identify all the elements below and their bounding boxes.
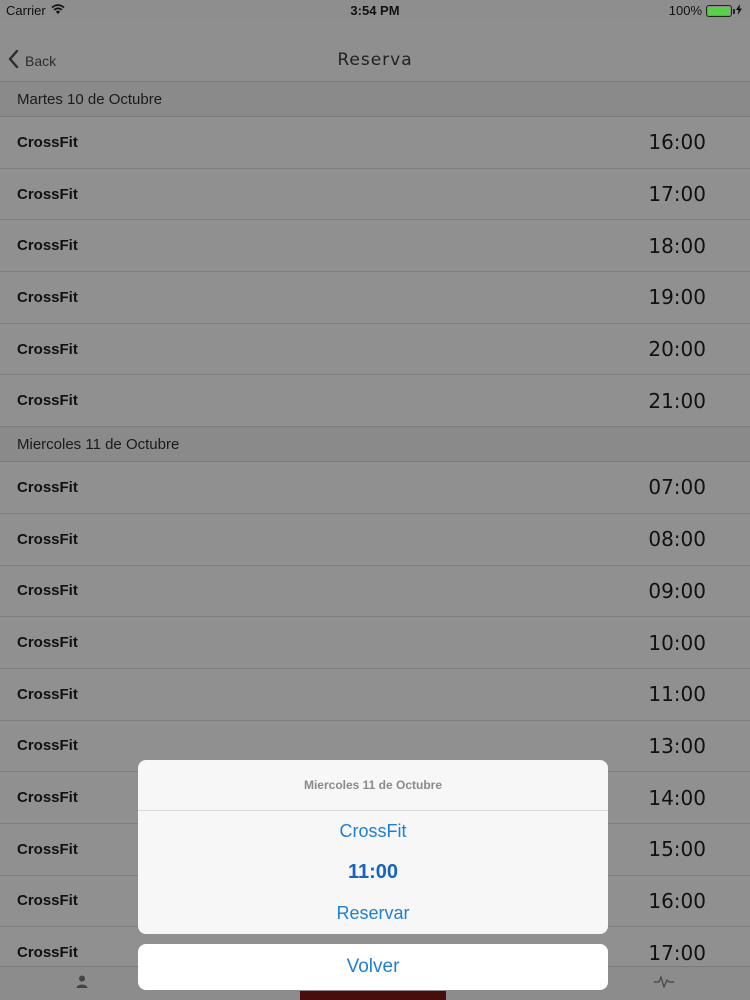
class-name: CrossFit — [17, 634, 78, 652]
list-item[interactable]: CrossFit 18:00 — [0, 220, 750, 273]
class-name: CrossFit — [17, 944, 78, 962]
class-time: 14:00 — [648, 785, 706, 810]
class-time: 21:00 — [648, 388, 706, 413]
class-time: 19:00 — [648, 285, 706, 310]
screen: Carrier 3:54 PM 100% Back Reserva Martes… — [0, 0, 750, 1000]
class-name: CrossFit — [17, 288, 78, 306]
list-item[interactable]: CrossFit 21:00 — [0, 375, 750, 428]
list-item[interactable]: CrossFit 19:00 — [0, 272, 750, 324]
list-item[interactable]: CrossFit 17:00 — [0, 168, 750, 221]
class-time: 10:00 — [648, 630, 706, 655]
action-sheet-title: Miercoles 11 de Octubre — [138, 760, 608, 811]
class-time: 07:00 — [648, 475, 706, 500]
class-name: CrossFit — [17, 478, 78, 496]
list-item[interactable]: CrossFit 08:00 — [0, 513, 750, 566]
activity-icon[interactable] — [654, 975, 674, 991]
list-item[interactable]: CrossFit 10:00 — [0, 617, 750, 669]
class-name: CrossFit — [17, 237, 78, 255]
active-tab-indicator — [300, 991, 446, 1000]
status-bar: Carrier 3:54 PM 100% — [0, 0, 750, 20]
status-time: 3:54 PM — [350, 3, 400, 18]
class-time: 18:00 — [648, 233, 706, 258]
class-time: 17:00 — [648, 940, 706, 965]
action-sheet: Miercoles 11 de Octubre CrossFit 11:00 R… — [138, 760, 608, 934]
list-item[interactable]: CrossFit 09:00 — [0, 565, 750, 618]
reserve-button[interactable]: Reservar — [138, 893, 608, 934]
class-name: CrossFit — [17, 685, 78, 703]
section-header: Martes 10 de Octubre — [0, 82, 750, 117]
class-time: 08:00 — [648, 527, 706, 552]
back-cancel-button[interactable]: Volver — [138, 944, 608, 990]
time-option[interactable]: 11:00 — [138, 852, 608, 893]
list-item[interactable]: CrossFit 11:00 — [0, 668, 750, 721]
person-icon[interactable] — [76, 975, 88, 991]
class-name: CrossFit — [17, 789, 78, 807]
charging-icon — [736, 3, 742, 18]
class-time: 16:00 — [648, 130, 706, 155]
class-time: 15:00 — [648, 837, 706, 862]
class-name: CrossFit — [17, 892, 78, 910]
section-header: Miercoles 11 de Octubre — [0, 427, 750, 463]
class-time: 13:00 — [648, 733, 706, 758]
class-name: CrossFit — [17, 340, 78, 358]
class-name: CrossFit — [17, 582, 78, 600]
class-time: 16:00 — [648, 888, 706, 913]
class-name: CrossFit — [17, 185, 78, 203]
battery-icon — [706, 4, 735, 17]
class-name: CrossFit — [17, 392, 78, 410]
class-time: 20:00 — [648, 337, 706, 362]
class-name: CrossFit — [17, 530, 78, 548]
list-item[interactable]: CrossFit 20:00 — [0, 323, 750, 376]
class-time: 09:00 — [648, 578, 706, 603]
class-name: CrossFit — [17, 737, 78, 755]
navigation-bar: Back Reserva — [0, 20, 750, 82]
class-name: CrossFit — [17, 840, 78, 858]
class-time: 17:00 — [648, 182, 706, 207]
page-title: Reserva — [337, 50, 413, 70]
class-time: 11:00 — [648, 682, 706, 707]
class-name-option[interactable]: CrossFit — [138, 811, 608, 852]
list-item[interactable]: CrossFit 07:00 — [0, 462, 750, 514]
list-item[interactable]: CrossFit 16:00 — [0, 117, 750, 169]
class-name: CrossFit — [17, 133, 78, 151]
battery-percent: 100% — [668, 3, 702, 18]
